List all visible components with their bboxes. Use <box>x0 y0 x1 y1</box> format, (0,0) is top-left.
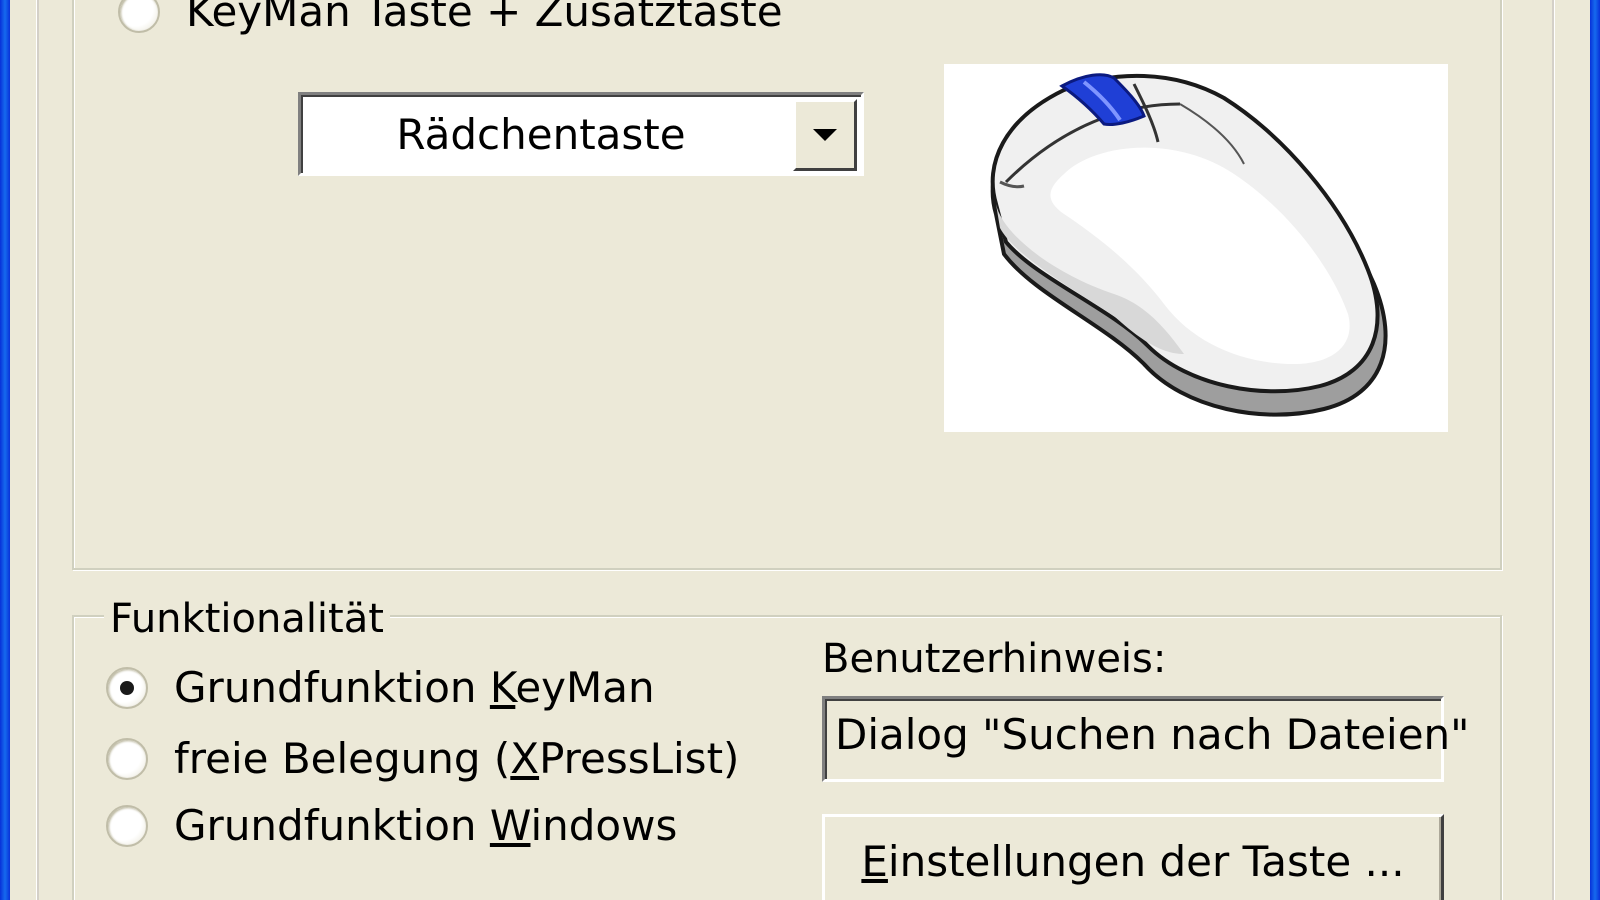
tab-panel-edge-right <box>1552 0 1555 900</box>
radio-indicator[interactable] <box>106 667 148 709</box>
radio-grundfunktion-keyman[interactable]: Grundfunktion KeyMan <box>106 664 655 712</box>
key-settings-button[interactable]: Einstellungen der Taste ... <box>822 814 1444 900</box>
radio-freie-belegung[interactable]: freie Belegung (XPressList) <box>106 735 739 783</box>
dropdown-button[interactable] <box>793 99 857 171</box>
mouse-preview-image <box>944 64 1448 432</box>
mouse-icon <box>990 73 1388 417</box>
functionality-title: Funktionalität <box>104 596 390 642</box>
user-hint-field: Dialog "Suchen nach Dateien" <box>822 696 1470 782</box>
radio-indicator[interactable] <box>118 0 160 33</box>
radio-keyman-plus-modifier[interactable]: KeyMan Taste + Zusatztaste <box>118 0 783 36</box>
radio-label: Grundfunktion Windows <box>174 801 678 850</box>
radio-label: KeyMan Taste + Zusatztaste <box>186 0 783 36</box>
window-frame-left <box>0 0 10 900</box>
tab-panel-edge-left <box>36 0 39 900</box>
chevron-down-icon <box>813 129 837 141</box>
radio-indicator[interactable] <box>106 738 148 780</box>
settings-label: instellungen der Taste ... <box>887 837 1405 886</box>
mouse-button-select[interactable]: Rädchentaste <box>298 92 864 176</box>
radio-grundfunktion-windows[interactable]: Grundfunktion Windows <box>106 802 677 850</box>
radio-label: freie Belegung (XPressList) <box>174 734 740 783</box>
radio-indicator[interactable] <box>106 805 148 847</box>
settings-accel: E <box>861 837 888 886</box>
window-frame-right <box>1590 0 1600 900</box>
mouse-button-select-value: Rädchentaste <box>396 110 686 159</box>
user-hint-label: Benutzerhinweis: <box>822 636 1167 682</box>
radio-label: Grundfunktion KeyMan <box>174 663 655 712</box>
